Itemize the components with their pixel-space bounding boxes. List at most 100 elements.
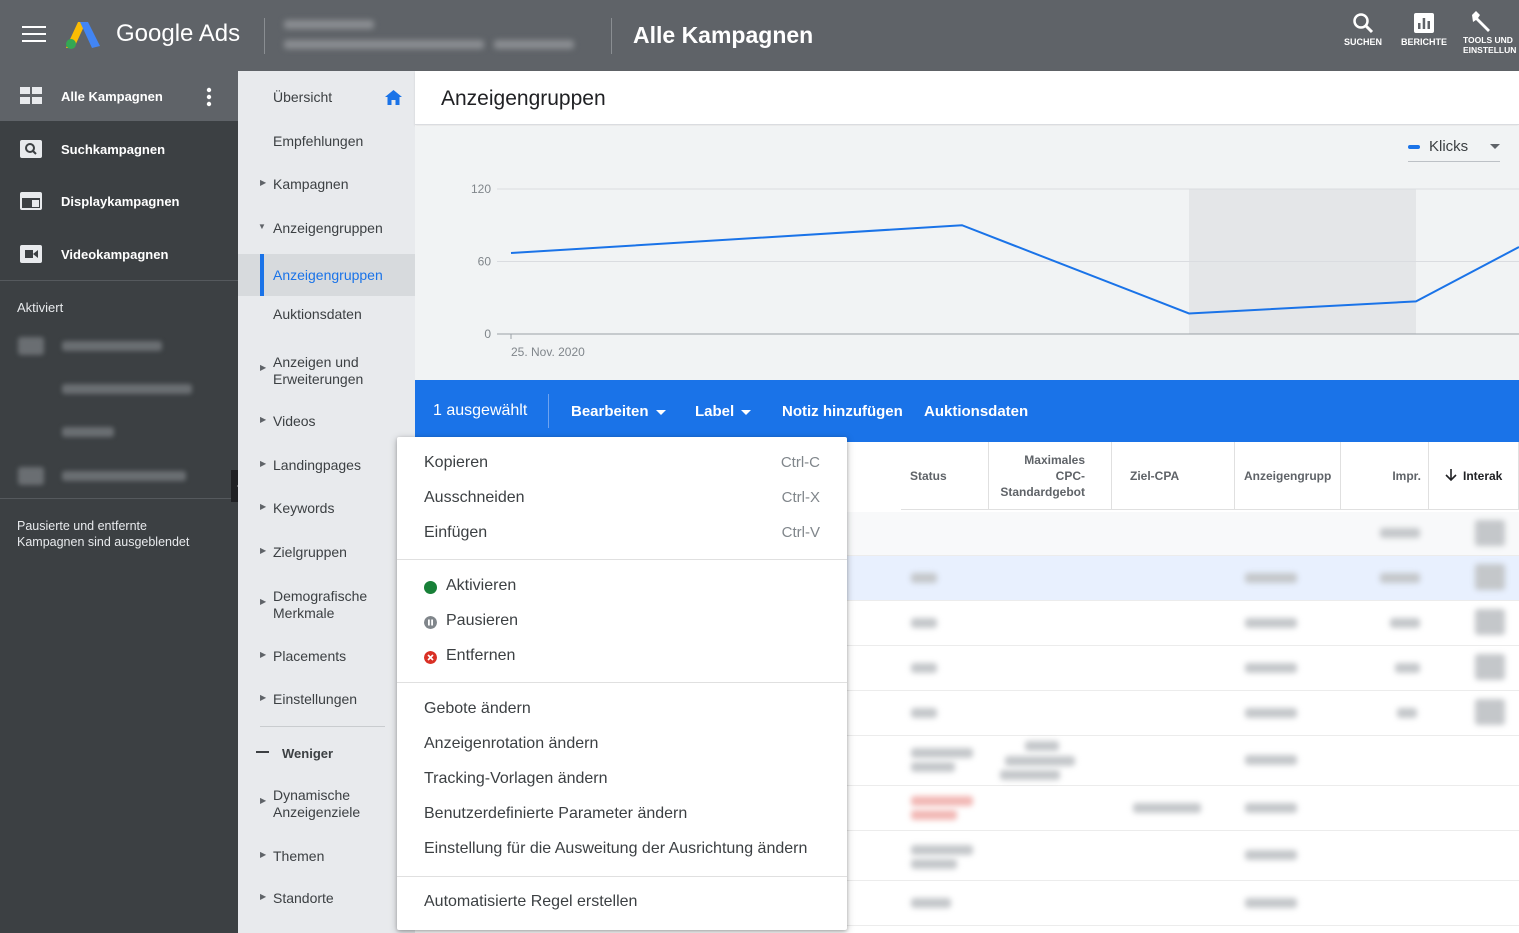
nav-label: Alle Kampagnen: [61, 89, 163, 104]
column-header-max-cpc[interactable]: Maximales CPC- Standardgebot: [989, 442, 1112, 510]
collapse-arrow-icon: ▼: [258, 222, 266, 231]
page-menu-settings[interactable]: ▶ Einstellungen: [238, 691, 415, 715]
page-menu-topics[interactable]: ▶ Themen: [238, 848, 415, 872]
expand-arrow-icon: ▶: [260, 178, 267, 187]
blurred-cell: [911, 796, 973, 806]
page-menu-keywords[interactable]: ▶ Keywords: [238, 500, 415, 524]
expand-arrow-icon: ▶: [260, 415, 267, 424]
blurred-cell: [1245, 663, 1297, 673]
menu-item-cut[interactable]: Ausschneiden Ctrl-X: [397, 481, 847, 516]
y-tick-label: 120: [471, 182, 491, 196]
expand-arrow-icon: ▶: [260, 650, 267, 659]
menu-item-change-params[interactable]: Benutzerdefinierte Parameter ändern: [397, 797, 847, 832]
nav-video-campaigns[interactable]: Videokampagnen: [0, 229, 238, 279]
menu-item-auto-rule[interactable]: Automatisierte Regel erstellen: [397, 885, 847, 920]
page-menu-adgroups[interactable]: Anzeigengruppen: [238, 254, 415, 296]
page-menu-placements[interactable]: ▶ Placements: [238, 648, 415, 672]
main-header: Anzeigengruppen: [415, 71, 1519, 125]
nav-search-campaigns[interactable]: Suchkampagnen: [0, 124, 238, 174]
edit-menu: Kopieren Ctrl-C Ausschneiden Ctrl-X Einfüg…: [397, 437, 847, 930]
hidden-campaigns-note: Pausierte und entfernte Kampagnen sind au…: [17, 519, 190, 549]
menu-label: Anzeigengruppen: [273, 220, 383, 236]
menu-item-paste[interactable]: Einfügen Ctrl-V: [397, 516, 847, 551]
search-icon: [1353, 13, 1374, 34]
page-menu-locations[interactable]: ▶ Standorte: [238, 890, 415, 914]
menu-item-pause[interactable]: Pausieren: [397, 604, 847, 639]
menu-item-change-tracking[interactable]: Tracking-Vorlagen ändern: [397, 762, 847, 797]
menu-item-change-targeting[interactable]: Einstellung für die Ausweitung der Ausri…: [397, 832, 847, 867]
more-vert-icon[interactable]: [206, 87, 212, 107]
page-menu-recommendations[interactable]: Empfehlungen: [238, 133, 415, 157]
blurred-cell: [911, 810, 957, 820]
page-menu-less[interactable]: Weniger: [238, 745, 415, 769]
nav-all-campaigns[interactable]: Alle Kampagnen: [0, 71, 238, 121]
page-menu-audiences[interactable]: ▶ Zielgruppen: [238, 544, 415, 568]
video-campaign-icon: [20, 245, 42, 263]
expand-arrow-icon: ▶: [260, 459, 267, 468]
blurred-cell: [911, 762, 955, 772]
menu-item-change-bids[interactable]: Gebote ändern: [397, 692, 847, 727]
hamburger-menu-icon[interactable]: [22, 26, 46, 46]
blurred-campaign-name[interactable]: [62, 384, 192, 394]
shortcut: Ctrl-C: [780, 454, 820, 471]
add-note-button[interactable]: Notiz hinzufügen: [782, 403, 903, 420]
reports-icon: [1414, 13, 1434, 33]
blurred-cell: [1397, 708, 1417, 718]
label-dropdown-button[interactable]: Label: [695, 403, 752, 420]
page-menu-auction-insights[interactable]: Auktionsdaten: [238, 306, 415, 330]
tools-settings-button[interactable]: TOOLS UND EINSTELLUN: [1463, 11, 1519, 55]
menu-item-copy[interactable]: Kopieren Ctrl-C: [397, 446, 847, 481]
menu-item-remove[interactable]: Entfernen: [397, 639, 847, 674]
expand-arrow-icon: ▶: [260, 892, 267, 901]
blurred-cell: [1395, 663, 1420, 673]
blurred-cell: [911, 573, 937, 583]
menu-label: Empfehlungen: [273, 133, 364, 149]
column-header-impressions[interactable]: Impr.: [1341, 442, 1429, 510]
auction-insights-button[interactable]: Auktionsdaten: [924, 403, 1028, 420]
chevron-down-icon: [655, 409, 666, 415]
divider: [397, 559, 847, 560]
expand-arrow-icon: ▶: [260, 693, 267, 702]
expand-arrow-icon: ▶: [260, 850, 267, 859]
page-title: Alle Kampagnen: [633, 22, 814, 48]
menu-label: Zielgruppen: [273, 544, 347, 560]
blurred-campaign-icon: [18, 467, 44, 485]
column-header-target-cpa[interactable]: Ziel-CPA: [1112, 442, 1235, 510]
blurred-campaign-name[interactable]: [62, 341, 162, 351]
page-menu-demographics[interactable]: ▶ Demografische Merkmale: [238, 588, 415, 624]
page-menu-campaigns[interactable]: ▶ Kampagnen: [238, 176, 415, 200]
account-selector[interactable]: [284, 18, 584, 54]
column-header-interactions[interactable]: Interak: [1429, 442, 1519, 510]
menu-label: Auktionsdaten: [273, 306, 362, 322]
page-menu-dynamic-ad-targets[interactable]: ▶ Dynamische Anzeigenziele: [238, 787, 415, 823]
reports-tool-button[interactable]: BERICHTE: [1394, 12, 1454, 47]
blurred-campaign-name[interactable]: [62, 471, 186, 481]
menu-label: Standorte: [273, 890, 334, 906]
menu-item-enable[interactable]: Aktivieren: [397, 569, 847, 604]
page-menu-overview[interactable]: Übersicht: [238, 89, 415, 113]
reports-tool-label: BERICHTE: [1400, 37, 1447, 47]
page-menu-ads-extensions[interactable]: ▶ Anzeigen und Erweiterungen: [238, 354, 415, 390]
page-menu-landingpages[interactable]: ▶ Landingpages: [238, 457, 415, 481]
blurred-cell: [1390, 618, 1420, 628]
menu-label: Anzeigengruppen: [273, 267, 383, 283]
divider: [611, 18, 612, 54]
display-campaign-icon: [20, 192, 42, 210]
edit-dropdown-button[interactable]: Bearbeiten: [571, 403, 666, 420]
search-tool-button[interactable]: SUCHEN: [1333, 12, 1393, 47]
blurred-campaign-name[interactable]: [62, 427, 114, 437]
divider: [548, 394, 549, 428]
blurred-cell: [1245, 898, 1297, 908]
menu-item-change-rotation[interactable]: Anzeigenrotation ändern: [397, 727, 847, 762]
brand-name: Google Ads: [116, 20, 241, 47]
remove-icon: [424, 651, 437, 664]
expand-arrow-icon: ▶: [260, 546, 267, 555]
page-menu-videos[interactable]: ▶ Videos: [238, 413, 415, 437]
nav-display-campaigns[interactable]: Displaykampagnen: [0, 176, 238, 226]
search-campaign-icon: [20, 140, 42, 158]
page-menu-adgroups-parent[interactable]: ▼ Anzeigengruppen: [238, 220, 415, 244]
nav-label: Displaykampagnen: [61, 194, 180, 209]
column-header-adgroup-type[interactable]: Anzeigengrupp: [1235, 442, 1341, 510]
column-header-status[interactable]: Status: [901, 442, 989, 510]
menu-label: Videos: [273, 413, 316, 429]
